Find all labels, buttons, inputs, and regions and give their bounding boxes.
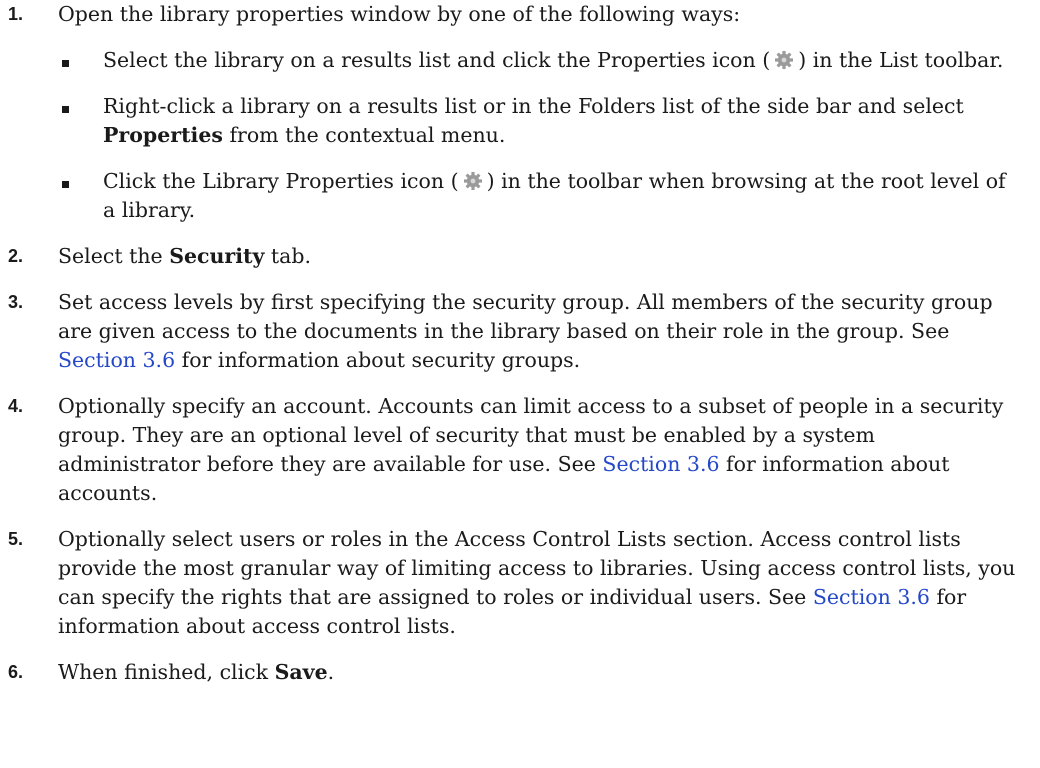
sub-list: Select the library on a results list and… [58, 46, 1016, 225]
ui-term-save: Save [274, 660, 328, 684]
gear-icon [771, 50, 797, 70]
step-text-after: tab. [264, 244, 312, 268]
sub-item-text-before: Select the library on a results list and… [103, 48, 771, 72]
step-number: 1. [8, 4, 24, 24]
step-text-after: for information about security groups. [175, 348, 581, 372]
step-text-before: Select the [58, 244, 170, 268]
square-bullet-icon [62, 60, 69, 67]
sub-item-text-before: Right-click a library on a results list … [103, 94, 964, 118]
gear-icon [460, 171, 486, 191]
step-text-after: . [327, 660, 335, 684]
step-text: Open the library properties window by on… [58, 2, 741, 26]
step-text: Select the Security tab. [58, 242, 1016, 271]
sub-item-library-properties-icon: Click the Library Properties icon () in … [58, 167, 1016, 225]
step-number: 4. [8, 396, 24, 416]
step-5: 5. Optionally select users or roles in t… [0, 525, 1040, 641]
step-1: 1. Open the library properties window by… [0, 0, 1040, 225]
step-text: When finished, click Save. [58, 658, 1016, 687]
step-text: Set access levels by first specifying th… [58, 288, 1016, 375]
step-text: Optionally specify an account. Accounts … [58, 392, 1016, 508]
step-text-before: Set access levels by first specifying th… [58, 290, 993, 343]
ui-term-properties: Properties [103, 123, 223, 147]
step-text: Optionally select users or roles in the … [58, 525, 1016, 641]
sub-item-text-after: from the contextual menu. [222, 123, 506, 147]
sub-item-text-after: ) in the List toolbar. [798, 48, 1004, 72]
step-number: 3. [8, 292, 24, 312]
step-4: 4. Optionally specify an account. Accoun… [0, 392, 1040, 508]
step-number: 2. [8, 246, 24, 266]
step-6: 6. When finished, click Save. [0, 658, 1040, 687]
step-text-before: When finished, click [58, 660, 275, 684]
sub-item-right-click: Right-click a library on a results list … [58, 92, 1016, 150]
sub-item-properties-icon: Select the library on a results list and… [58, 46, 1016, 75]
step-number: 6. [8, 662, 24, 682]
section-link[interactable]: Section 3.6 [813, 585, 930, 609]
section-link[interactable]: Section 3.6 [602, 452, 719, 476]
ui-term-security: Security [169, 244, 265, 268]
step-3: 3. Set access levels by first specifying… [0, 288, 1040, 375]
document-body: 1. Open the library properties window by… [0, 0, 1040, 687]
step-2: 2. Select the Security tab. [0, 242, 1040, 271]
sub-item-text-before: Click the Library Properties icon ( [103, 169, 459, 193]
section-link[interactable]: Section 3.6 [58, 348, 175, 372]
step-number: 5. [8, 529, 24, 549]
square-bullet-icon [62, 106, 69, 113]
square-bullet-icon [62, 181, 69, 188]
